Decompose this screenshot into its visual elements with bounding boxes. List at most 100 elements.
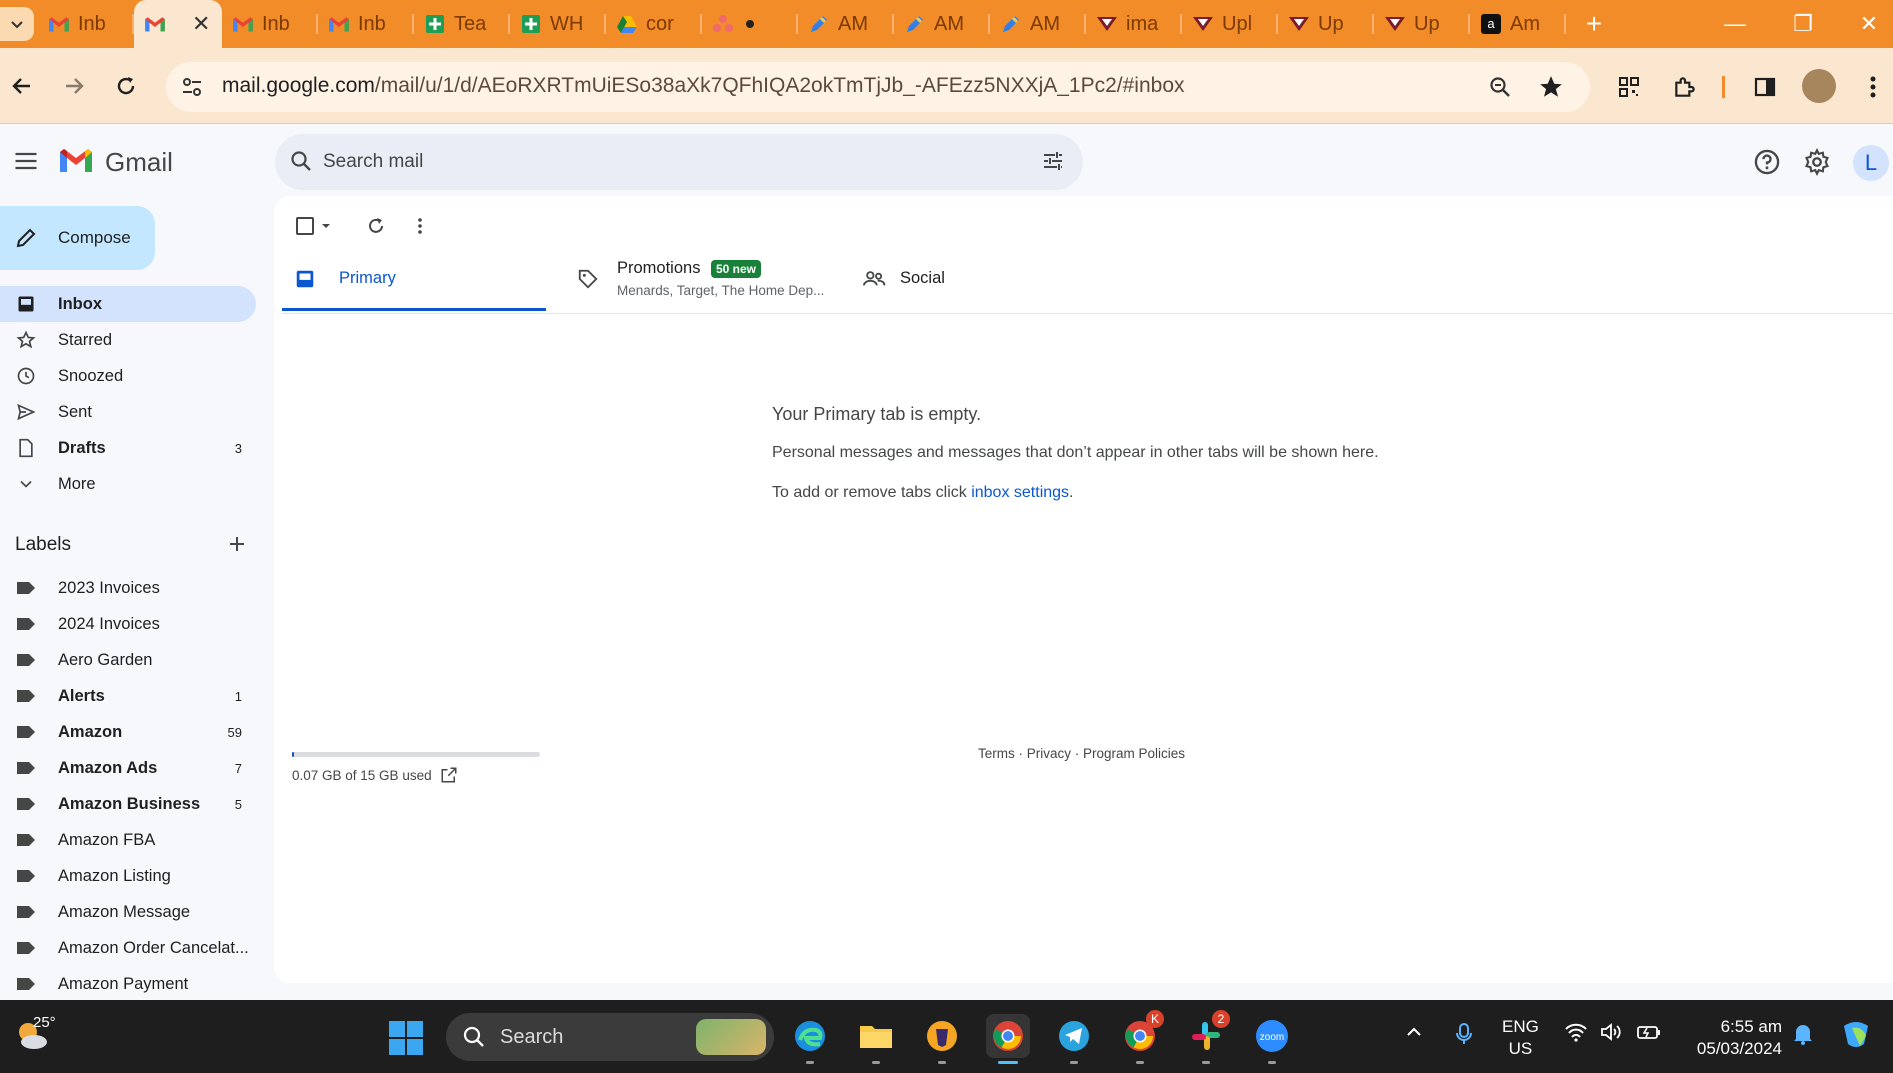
label-item[interactable]: Amazon Listing bbox=[0, 858, 256, 894]
side-panel-icon[interactable] bbox=[1750, 72, 1780, 102]
search-options-icon[interactable] bbox=[1041, 149, 1065, 173]
input-language[interactable]: ENG US bbox=[1502, 1016, 1539, 1060]
label-item[interactable]: Amazon Business 5 bbox=[0, 786, 256, 822]
chevron-down-icon bbox=[16, 474, 36, 494]
label-item[interactable]: Amazon Ads 7 bbox=[0, 750, 256, 786]
browser-tab[interactable]: Up bbox=[1278, 0, 1374, 48]
privacy-link[interactable]: Privacy bbox=[1027, 746, 1071, 761]
gmail-wordmark[interactable]: Gmail bbox=[105, 147, 173, 178]
tab-social[interactable]: Social bbox=[860, 243, 1120, 311]
browser-tab[interactable]: Upl bbox=[1182, 0, 1278, 48]
browser-tab[interactable]: a Am bbox=[1470, 0, 1566, 48]
select-options-chevron-icon[interactable] bbox=[320, 220, 332, 232]
microphone-icon[interactable] bbox=[1454, 1022, 1474, 1046]
taskbar-clock[interactable]: 6:55 am 05/03/2024 bbox=[1686, 1016, 1782, 1060]
main-menu-button[interactable] bbox=[12, 147, 42, 177]
label-tag-icon bbox=[17, 942, 35, 954]
show-hidden-icons-chevron-icon[interactable] bbox=[1404, 1022, 1424, 1042]
zoom-icon[interactable] bbox=[1488, 75, 1512, 99]
add-label-button[interactable] bbox=[225, 532, 249, 556]
bookmark-star-icon[interactable] bbox=[1538, 74, 1564, 100]
taskbar-app-chrome-profile[interactable]: K bbox=[1118, 1010, 1164, 1064]
sidebar-item-sent[interactable]: Sent bbox=[0, 394, 256, 430]
sidebar-item-drafts[interactable]: Drafts 3 bbox=[0, 430, 256, 466]
profile-avatar[interactable] bbox=[1802, 69, 1836, 103]
open-in-new-icon[interactable] bbox=[440, 766, 458, 784]
compose-button[interactable]: Compose bbox=[0, 206, 155, 270]
browser-tab[interactable]: ima bbox=[1086, 0, 1182, 48]
sidebar-item-inbox[interactable]: Inbox bbox=[0, 286, 256, 322]
taskbar-search[interactable]: Search bbox=[446, 1013, 774, 1061]
label-item[interactable]: Amazon Message bbox=[0, 894, 256, 930]
windows-start-button[interactable] bbox=[388, 1020, 424, 1056]
taskbar-app-edge[interactable] bbox=[788, 1014, 832, 1064]
taskbar-app-slack[interactable]: 2 bbox=[1184, 1010, 1230, 1064]
taskbar-app-telegram[interactable] bbox=[1052, 1014, 1096, 1064]
search-bar[interactable] bbox=[275, 134, 1083, 190]
select-all-checkbox[interactable] bbox=[296, 217, 314, 235]
volume-icon[interactable] bbox=[1600, 1022, 1624, 1042]
browser-tab[interactable]: AM bbox=[894, 0, 990, 48]
tab-search-button[interactable] bbox=[0, 7, 34, 41]
tab-primary[interactable]: Primary bbox=[282, 243, 546, 311]
taskbar-app-zoom[interactable]: zoom bbox=[1250, 1014, 1294, 1064]
label-item[interactable]: Aero Garden bbox=[0, 642, 256, 678]
url-text[interactable]: mail.google.com/mail/u/1/d/AEoRXRTmUiESo… bbox=[222, 74, 1185, 98]
browser-tab[interactable]: ✕ bbox=[134, 0, 222, 48]
restore-button[interactable]: ❐ bbox=[1770, 0, 1836, 48]
tab-promotions[interactable]: Promotions 50 new Menards, Target, The H… bbox=[574, 243, 844, 311]
reload-button[interactable] bbox=[104, 64, 148, 108]
close-window-button[interactable]: ✕ bbox=[1836, 0, 1893, 48]
running-indicator bbox=[1268, 1061, 1276, 1064]
address-bar[interactable]: mail.google.com/mail/u/1/d/AEoRXRTmUiESo… bbox=[166, 62, 1590, 112]
refresh-button[interactable] bbox=[364, 214, 388, 238]
label-item[interactable]: Amazon Order Cancelat... bbox=[0, 930, 256, 966]
chrome-menu-icon[interactable] bbox=[1858, 72, 1888, 102]
browser-tab[interactable]: WH bbox=[510, 0, 606, 48]
label-item[interactable]: Alerts 1 bbox=[0, 678, 256, 714]
site-info-icon[interactable] bbox=[180, 75, 204, 99]
browser-tab[interactable]: AM bbox=[990, 0, 1086, 48]
settings-gear-icon[interactable] bbox=[1803, 148, 1833, 178]
close-tab-icon[interactable]: ✕ bbox=[192, 11, 210, 37]
sidebar-item-starred[interactable]: Starred bbox=[0, 322, 256, 358]
wifi-icon[interactable] bbox=[1564, 1022, 1588, 1042]
extensions-puzzle-icon[interactable] bbox=[1670, 72, 1700, 102]
account-avatar[interactable]: L bbox=[1853, 145, 1889, 181]
taskbar-app-file-explorer[interactable] bbox=[854, 1014, 898, 1064]
browser-tab[interactable]: cor bbox=[606, 0, 702, 48]
browser-tab[interactable]: Inb bbox=[222, 0, 318, 48]
minimize-button[interactable]: — bbox=[1702, 0, 1768, 48]
label-item[interactable]: 2023 Invoices bbox=[0, 570, 256, 606]
pen-icon bbox=[904, 13, 926, 35]
more-actions-button[interactable] bbox=[408, 214, 432, 238]
browser-tab[interactable]: Inb bbox=[318, 0, 414, 48]
program-policies-link[interactable]: Program Policies bbox=[1083, 746, 1185, 761]
gmail-logo-icon[interactable] bbox=[58, 146, 94, 174]
sidebar-item-more[interactable]: More bbox=[0, 466, 256, 502]
notifications-bell-icon[interactable] bbox=[1792, 1022, 1814, 1046]
new-tab-button[interactable]: + bbox=[1574, 4, 1614, 44]
browser-tab[interactable]: Inb bbox=[38, 0, 134, 48]
label-item[interactable]: Amazon 59 bbox=[0, 714, 256, 750]
label-item[interactable]: Amazon FBA bbox=[0, 822, 256, 858]
sidebar-item-snoozed[interactable]: Snoozed bbox=[0, 358, 256, 394]
forward-button[interactable] bbox=[52, 64, 96, 108]
browser-tab[interactable] bbox=[702, 0, 798, 48]
browser-tab[interactable]: Tea bbox=[414, 0, 510, 48]
label-item[interactable]: Amazon Payment bbox=[0, 966, 256, 1002]
search-icon[interactable] bbox=[289, 149, 313, 173]
label-item[interactable]: 2024 Invoices bbox=[0, 606, 256, 642]
copilot-icon[interactable] bbox=[1838, 1016, 1874, 1052]
taskbar-app-brave[interactable] bbox=[920, 1014, 964, 1064]
terms-link[interactable]: Terms bbox=[978, 746, 1015, 761]
qr-code-icon[interactable] bbox=[1614, 72, 1644, 102]
browser-tab[interactable]: Up bbox=[1374, 0, 1470, 48]
inbox-settings-link[interactable]: inbox settings bbox=[971, 484, 1069, 501]
search-input[interactable] bbox=[323, 148, 973, 176]
battery-icon[interactable] bbox=[1636, 1022, 1662, 1042]
back-button[interactable] bbox=[0, 64, 44, 108]
help-icon[interactable] bbox=[1753, 148, 1783, 178]
browser-tab[interactable]: AM bbox=[798, 0, 894, 48]
taskbar-app-chrome[interactable] bbox=[986, 1014, 1030, 1064]
